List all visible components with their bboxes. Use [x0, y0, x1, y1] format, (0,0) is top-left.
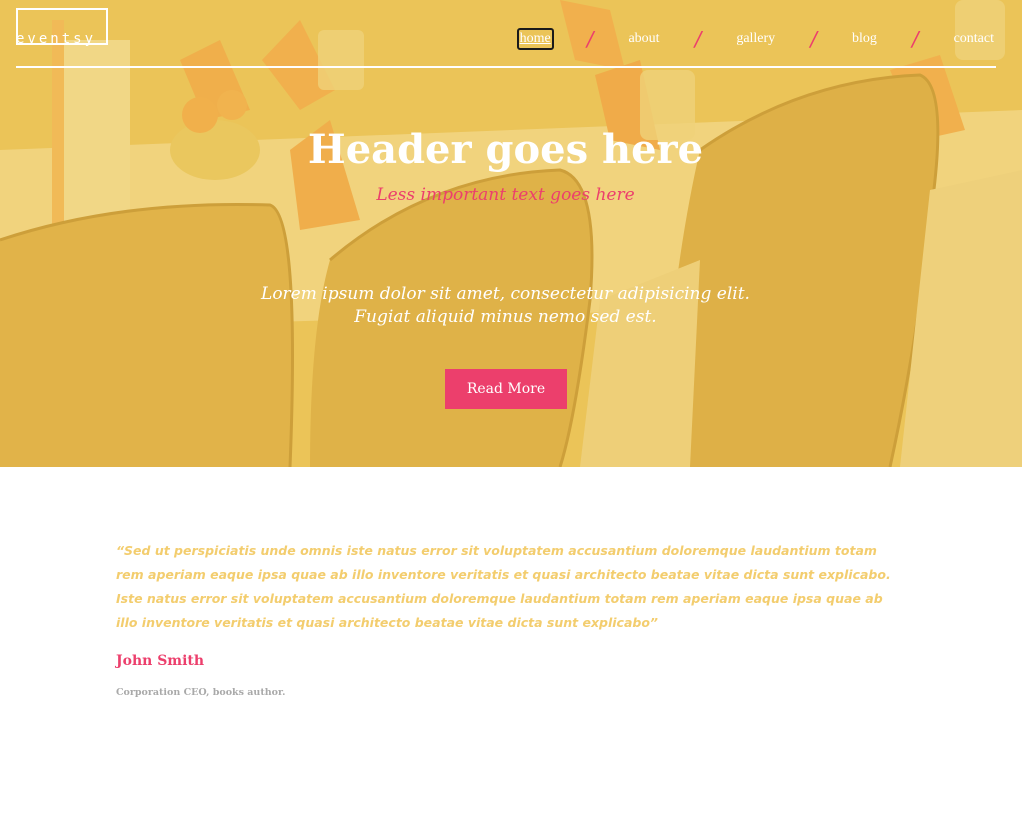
nav-separator: / — [694, 27, 702, 51]
nav-contact[interactable]: contact — [952, 29, 996, 49]
nav-blog[interactable]: blog — [850, 29, 879, 49]
hero-title: Header goes here — [307, 126, 704, 173]
hero-section: eventsy home / about / gallery / blog / … — [0, 0, 1022, 467]
testimonial-author: John Smith — [116, 653, 205, 669]
nav-gallery[interactable]: gallery — [734, 29, 777, 49]
hero-subtitle: Less important text goes here — [376, 185, 635, 205]
nav-separator: / — [586, 27, 594, 51]
nav-separator: / — [810, 27, 817, 51]
testimonial-author-role: Corporation CEO, books author. — [116, 687, 286, 698]
nav-separator: / — [911, 27, 919, 51]
main-nav: home / about / gallery / blog / contact — [516, 27, 996, 51]
nav-home[interactable]: home — [516, 28, 554, 50]
nav-about[interactable]: about — [626, 29, 661, 49]
header-divider — [16, 66, 996, 68]
read-more-button[interactable]: Read More — [445, 369, 567, 409]
logo[interactable]: eventsy — [16, 30, 96, 48]
hero-description: Lorem ipsum dolor sit amet, consectetur … — [0, 283, 1011, 329]
testimonial-quote: “Sed ut perspiciatis unde omnis iste nat… — [116, 543, 891, 630]
hero-description-line: Fugiat aliquid minus nemo sed est. — [354, 307, 657, 327]
hero-description-line: Lorem ipsum dolor sit amet, consectetur … — [261, 284, 750, 304]
